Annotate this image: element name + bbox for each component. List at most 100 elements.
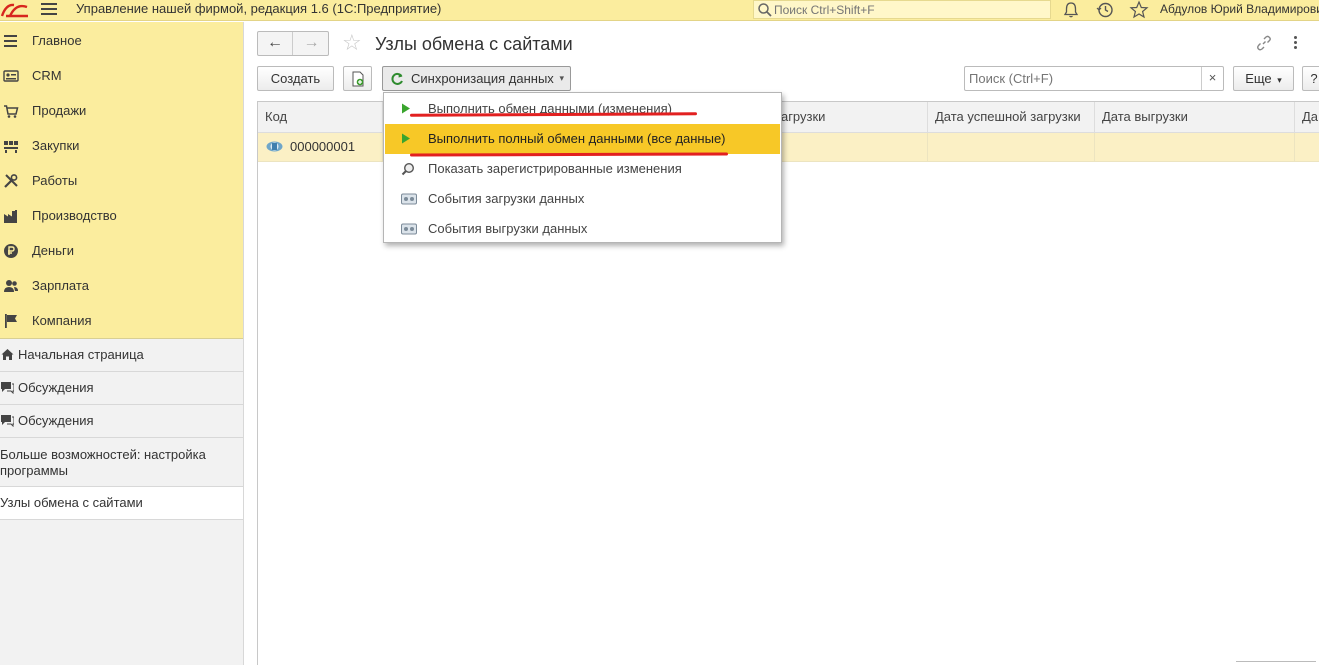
open-window-label: Обсуждения	[18, 413, 94, 428]
search-field[interactable]: ×	[964, 66, 1224, 91]
search-icon	[758, 3, 772, 17]
menu-item-full-exchange[interactable]: Выполнить полный обмен данными (все данн…	[385, 124, 780, 154]
section-sales[interactable]: Продажи	[0, 92, 243, 127]
event-log-icon	[401, 193, 417, 205]
history-icon[interactable]	[1095, 0, 1115, 20]
horizontal-scrollbar[interactable]	[1236, 661, 1316, 665]
sections-panel: Главное CRM Продажи Закупки Работы Произ…	[0, 22, 243, 339]
history-nav: ← →	[257, 31, 329, 56]
open-window-label: Больше возможностей: настройка программы	[0, 447, 206, 478]
open-window-site-exchange-nodes[interactable]: Узлы обмена с сайтами	[0, 487, 243, 520]
tools-icon	[4, 174, 18, 188]
open-window-more-features[interactable]: Больше возможностей: настройка программы	[0, 438, 243, 487]
section-purchases[interactable]: Закупки	[0, 127, 243, 162]
app-title: Управление нашей фирмой, редакция 1.6 (1…	[76, 1, 442, 16]
copy-button[interactable]	[343, 66, 372, 91]
cart-icon	[4, 105, 19, 118]
menu-item-show-changes[interactable]: Показать зарегистрированные изменения	[385, 154, 780, 184]
section-label: Работы	[32, 173, 78, 188]
forward-arrow-icon[interactable]: →	[294, 32, 329, 55]
people-icon	[4, 280, 18, 292]
column-header-code[interactable]: Код	[258, 102, 383, 133]
create-button[interactable]: Создать	[257, 66, 334, 91]
cell-load-date	[768, 133, 928, 161]
menu-item-load-events[interactable]: События загрузки данных	[385, 184, 780, 214]
back-arrow-icon[interactable]: ←	[258, 32, 293, 55]
chevron-down-icon: ▾	[559, 73, 564, 83]
open-window-label: Начальная страница	[18, 347, 144, 362]
add-to-favorites-star-icon[interactable]: ☆	[342, 32, 362, 54]
1c-logo	[0, 1, 30, 19]
user-name[interactable]: Абдулов Юрий Владимирович	[1160, 2, 1319, 16]
open-window-label: Обсуждения	[18, 380, 94, 395]
menu-item-upload-events[interactable]: События выгрузки данных	[385, 214, 780, 244]
bell-icon[interactable]	[1061, 0, 1081, 20]
column-header-upload-date[interactable]: Дата выгрузки	[1095, 102, 1295, 133]
chevron-down-icon: ▾	[1277, 75, 1282, 85]
menu-item-label: События загрузки данных	[428, 191, 585, 206]
menu-icon	[4, 35, 17, 47]
section-production[interactable]: Производство	[0, 197, 243, 232]
section-label: Компания	[32, 313, 92, 328]
section-label: Главное	[32, 33, 82, 48]
chat-icon	[1, 415, 14, 427]
event-log-icon	[401, 223, 417, 235]
section-label: Зарплата	[32, 278, 89, 293]
home-icon	[1, 349, 14, 360]
purchases-icon	[4, 141, 18, 153]
open-window-discussions[interactable]: Обсуждения	[0, 372, 243, 405]
open-window-home[interactable]: Начальная страница	[0, 339, 243, 372]
section-label: Производство	[32, 208, 117, 223]
section-company[interactable]: Компания	[0, 302, 243, 337]
refresh-icon	[391, 72, 403, 85]
help-button[interactable]: ?	[1302, 66, 1319, 91]
cell-code-text: 000000001	[290, 139, 356, 154]
cell-code: 000000001	[258, 133, 383, 161]
factory-icon	[4, 210, 17, 223]
main-menu-icon[interactable]	[41, 3, 57, 17]
global-search-input[interactable]	[774, 1, 1044, 18]
more-actions-icon[interactable]	[1289, 34, 1301, 52]
column-header-truncated[interactable]: Да	[1295, 102, 1319, 133]
menu-item-exchange-changes[interactable]: Выполнить обмен данными (изменения)	[385, 94, 780, 124]
menu-item-label: Выполнить полный обмен данными (все данн…	[428, 131, 726, 146]
section-label: Деньги	[32, 243, 74, 258]
crm-icon	[3, 70, 19, 82]
flag-icon	[5, 314, 17, 328]
chat-icon	[1, 382, 14, 394]
link-icon[interactable]	[1256, 35, 1272, 51]
section-label: Закупки	[32, 138, 80, 153]
sidebar: Главное CRM Продажи Закупки Работы Произ…	[0, 22, 244, 665]
more-button[interactable]: Еще ▾	[1233, 66, 1294, 91]
column-header-load-date[interactable]: загрузки	[768, 102, 928, 133]
section-label: CRM	[32, 68, 62, 83]
column-header-success-load-date[interactable]: Дата успешной загрузки	[928, 102, 1095, 133]
title-bar: Управление нашей фирмой, редакция 1.6 (1…	[0, 0, 1319, 21]
magnifier-icon	[401, 162, 415, 176]
money-icon	[4, 244, 18, 258]
open-window-discussions-2[interactable]: Обсуждения	[0, 405, 243, 438]
menu-item-label: Показать зарегистрированные изменения	[428, 161, 682, 176]
play-icon	[402, 133, 410, 144]
menu-item-label: События выгрузки данных	[428, 221, 588, 236]
section-works[interactable]: Работы	[0, 162, 243, 197]
section-crm[interactable]: CRM	[0, 57, 243, 92]
exchange-node-icon	[266, 141, 283, 152]
section-main[interactable]: Главное	[0, 22, 243, 57]
section-label: Продажи	[32, 103, 87, 118]
play-icon	[402, 103, 410, 114]
clear-search-icon[interactable]: ×	[1201, 67, 1223, 90]
cell-success-load-date	[928, 133, 1095, 161]
section-salary[interactable]: Зарплата	[0, 267, 243, 302]
page-title: Узлы обмена с сайтами	[375, 34, 573, 54]
copy-doc-icon	[352, 71, 363, 87]
more-label: Еще	[1245, 71, 1272, 86]
sync-data-label: Синхронизация данных	[411, 71, 554, 86]
search-input[interactable]	[965, 67, 1201, 90]
sync-data-button[interactable]: Синхронизация данных ▾	[382, 66, 571, 91]
favorites-star-icon[interactable]	[1129, 0, 1149, 20]
open-window-label: Узлы обмена с сайтами	[0, 495, 143, 510]
cell-upload-date	[1095, 133, 1295, 161]
global-search[interactable]	[753, 0, 1051, 19]
section-money[interactable]: Деньги	[0, 232, 243, 267]
